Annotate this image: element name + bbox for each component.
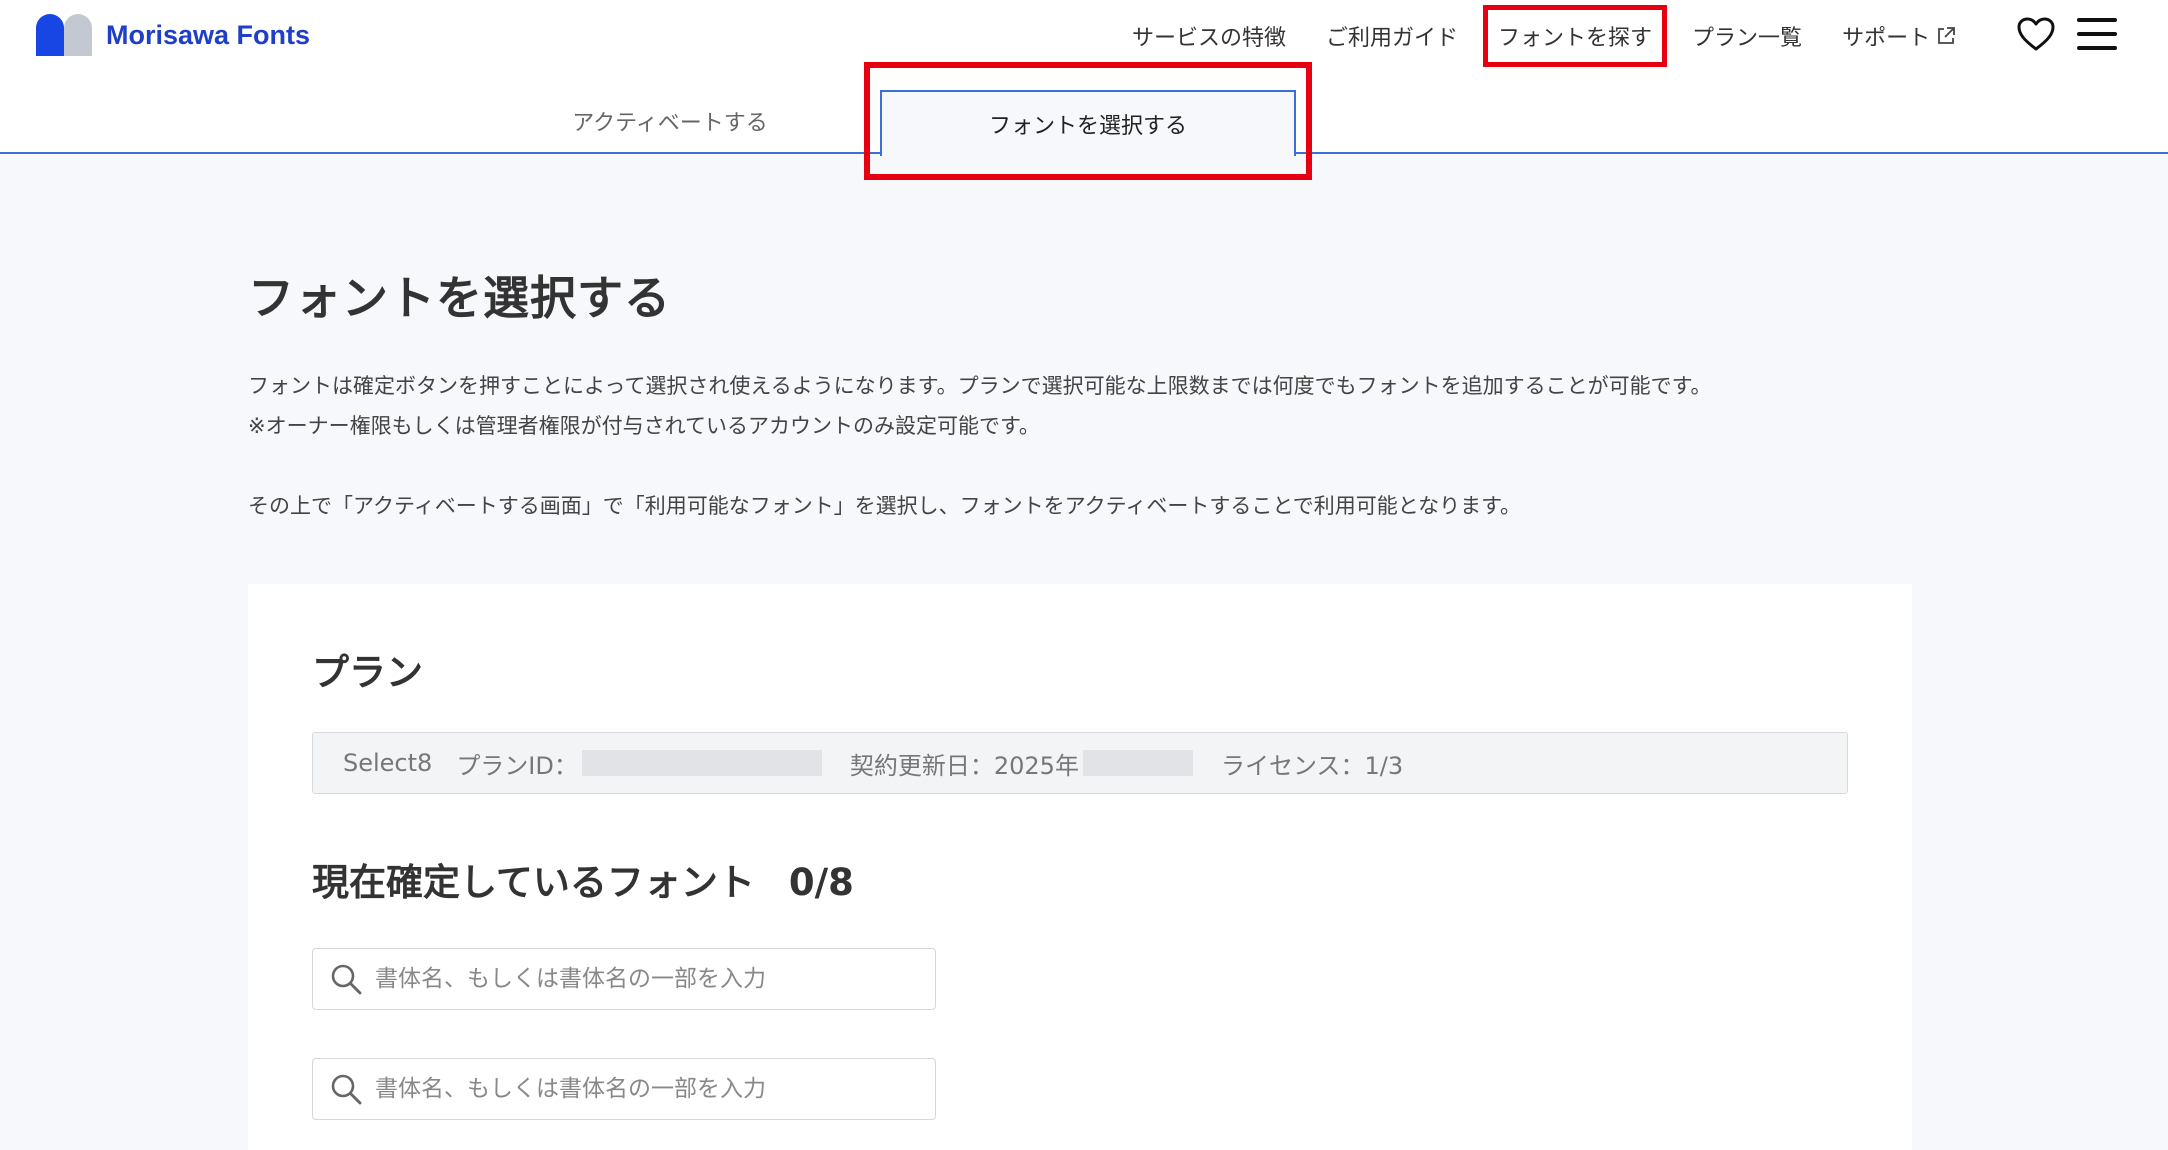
plan-card: プラン Select8 プランID： 契約更新日：2025年 ライセンス：1/3… xyxy=(248,584,1912,1150)
tab-select-fonts[interactable]: フォントを選択する xyxy=(880,90,1296,156)
font-search-box-2 xyxy=(312,1058,936,1120)
tab-bar: アクティベートする フォントを選択する xyxy=(0,72,2168,156)
search-icon xyxy=(331,1074,362,1105)
plan-license: ライセンス：1/3 xyxy=(1220,751,1404,780)
nav-support[interactable]: サポート xyxy=(1842,20,1956,52)
nav-plans[interactable]: プラン一覧 xyxy=(1692,20,1802,52)
plan-heading: プラン xyxy=(312,651,423,694)
nav-find-fonts[interactable]: フォントを探す xyxy=(1483,5,1668,67)
external-link-icon xyxy=(1938,27,1955,44)
plan-name: Select8 xyxy=(343,749,433,777)
description-line-2: ※オーナー権限もしくは管理者権限が付与されているアカウントのみ設定可能です。 xyxy=(248,414,1040,438)
main-nav: サービスの特徴 ご利用ガイド フォントを探す プラン一覧 サポート xyxy=(1132,0,1956,72)
redacted-plan-id xyxy=(581,750,822,776)
confirmed-fonts-label: 現在確定しているフォント xyxy=(312,861,755,904)
hamburger-menu-icon[interactable] xyxy=(2077,18,2117,52)
logo-text: Morisawa Fonts xyxy=(106,19,311,50)
font-search-input-2[interactable] xyxy=(375,1076,915,1102)
morisawa-logo[interactable]: Morisawa Fonts xyxy=(36,14,310,56)
site-header: Morisawa Fonts サービスの特徴 ご利用ガイド フォントを探す プラ… xyxy=(0,0,2168,72)
font-search-input-1[interactable] xyxy=(375,966,915,992)
tab-activate[interactable]: アクティベートする xyxy=(530,88,810,154)
plan-id-label: プランID： xyxy=(456,751,578,780)
redacted-renewal-date xyxy=(1082,750,1193,776)
plan-renewal-label: 契約更新日：2025年 xyxy=(849,751,1079,780)
nav-features[interactable]: サービスの特徴 xyxy=(1132,20,1286,52)
description-line-1: フォントは確定ボタンを押すことによって選択され使えるようになります。プランで選択… xyxy=(248,374,1712,398)
search-icon xyxy=(331,964,362,995)
plan-info-box: Select8 プランID： 契約更新日：2025年 ライセンス：1/3 xyxy=(312,732,1848,794)
heart-icon[interactable] xyxy=(2016,16,2056,52)
description-line-3: その上で「アクティベートする画面」で「利用可能なフォント」を選択し、フォントをア… xyxy=(248,494,1522,518)
page-title: フォントを選択する xyxy=(248,271,671,325)
confirmed-fonts-heading: 現在確定しているフォント 0/8 xyxy=(312,852,854,906)
font-search-box-1 xyxy=(312,948,936,1010)
nav-guide[interactable]: ご利用ガイド xyxy=(1326,20,1458,52)
confirmed-fonts-count: 0/8 xyxy=(788,861,854,904)
logo-mark-icon xyxy=(36,14,92,56)
description: フォントは確定ボタンを押すことによって選択され使えるようになります。プランで選択… xyxy=(248,366,1948,446)
nav-support-label: サポート xyxy=(1842,26,1931,51)
